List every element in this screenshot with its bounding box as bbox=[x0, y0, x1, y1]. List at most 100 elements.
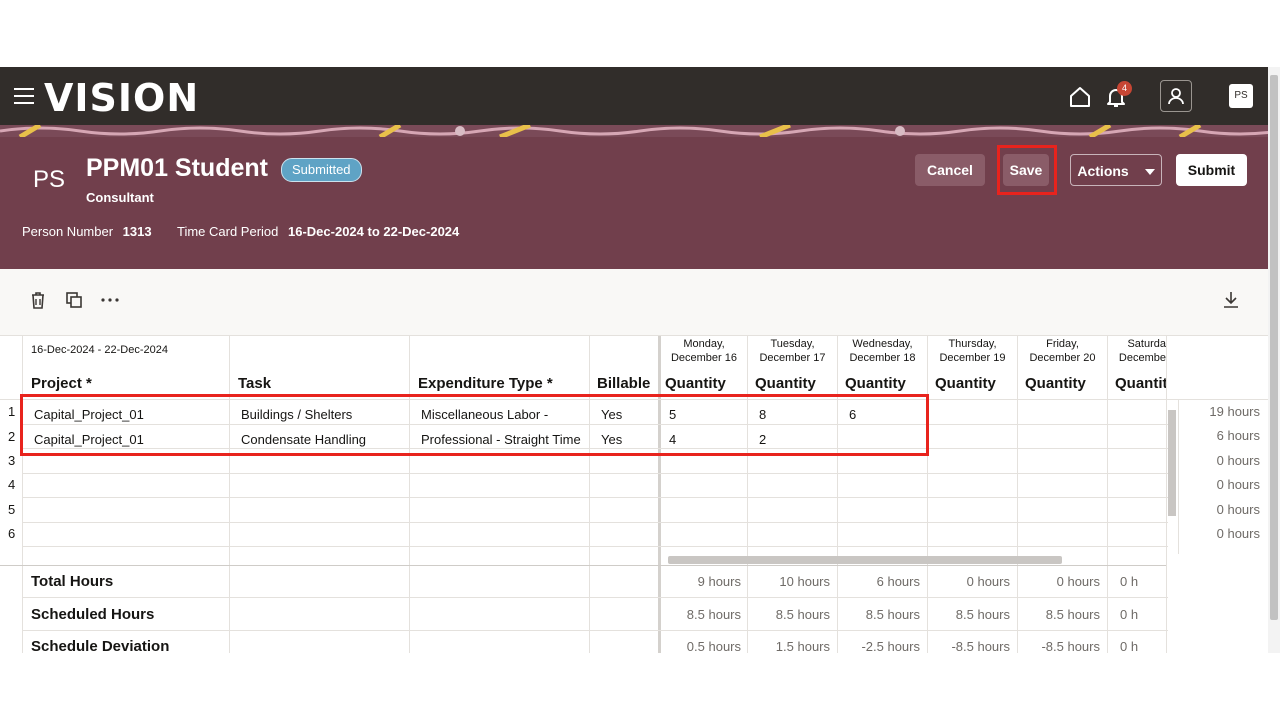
avatar[interactable]: PS bbox=[1229, 84, 1253, 108]
column-header-task[interactable]: Task bbox=[238, 375, 271, 392]
grid-line bbox=[22, 497, 1168, 498]
summary-value: 0 h bbox=[1120, 607, 1139, 622]
summary-value: 8.5 hours bbox=[775, 607, 830, 622]
row-total-hours: 0 hours bbox=[1216, 453, 1260, 468]
summary-value: -8.5 hours bbox=[951, 639, 1010, 654]
grid-line bbox=[589, 335, 590, 653]
column-header-project[interactable]: Project * bbox=[31, 375, 92, 392]
grid-line bbox=[1017, 335, 1018, 653]
frozen-column-divider bbox=[658, 335, 661, 653]
grid-line bbox=[22, 597, 1168, 598]
row-total-hours: 6 hours bbox=[1216, 428, 1260, 443]
row-number: 5 bbox=[8, 502, 16, 517]
column-header-quantity[interactable]: Quantity bbox=[845, 375, 906, 392]
day-header-friday: Friday, December 20 bbox=[1029, 338, 1096, 364]
column-header-quantity[interactable]: Quantity bbox=[935, 375, 996, 392]
row-number: 3 bbox=[8, 453, 16, 468]
grid-line bbox=[22, 522, 1168, 523]
grid-line bbox=[22, 630, 1168, 631]
day-header-saturday: Saturda Decembe bbox=[1118, 338, 1166, 364]
timecard-meta: Person Number 1313 Time Card Period 16-D… bbox=[22, 224, 459, 239]
menu-icon[interactable] bbox=[14, 88, 34, 104]
download-icon[interactable] bbox=[1221, 290, 1241, 310]
column-header-expenditure-type[interactable]: Expenditure Type * bbox=[418, 375, 553, 392]
row-number: 2 bbox=[8, 429, 16, 444]
column-header-quantity[interactable]: Quantity bbox=[665, 375, 726, 392]
row-total-hours: 19 hours bbox=[1209, 404, 1260, 419]
day-header-tuesday: Tuesday, December 17 bbox=[759, 338, 826, 364]
summary-value: 8.5 hours bbox=[1045, 607, 1100, 622]
grid-line bbox=[0, 335, 1268, 336]
row-number: 6 bbox=[8, 526, 16, 541]
date-range-label: 16-Dec-2024 - 22-Dec-2024 bbox=[31, 344, 168, 356]
actions-menu-button[interactable]: Actions bbox=[1070, 154, 1162, 186]
decorative-banner-pattern bbox=[0, 125, 1268, 137]
page-scrollbar-thumb[interactable] bbox=[1270, 75, 1278, 620]
grid-line bbox=[0, 565, 1166, 566]
chevron-down-icon bbox=[1144, 169, 1155, 176]
grid-line bbox=[22, 546, 1168, 547]
person-role: Consultant bbox=[86, 190, 154, 205]
column-header-quantity[interactable]: Quantit bbox=[1115, 375, 1166, 392]
row-total-hours: 0 hours bbox=[1216, 502, 1260, 517]
day-header-monday: Monday, December 16 bbox=[670, 338, 738, 364]
summary-label-scheduled-hours: Scheduled Hours bbox=[31, 606, 155, 623]
summary-value: 8.5 hours bbox=[955, 607, 1010, 622]
summary-label-total-hours: Total Hours bbox=[31, 573, 114, 590]
submit-button[interactable]: Submit bbox=[1176, 154, 1247, 186]
day-header-wednesday: Wednesday, December 18 bbox=[849, 338, 916, 364]
grid-line bbox=[927, 335, 928, 653]
grid-line bbox=[22, 473, 1168, 474]
period-label: Time Card Period bbox=[176, 224, 279, 239]
summary-value: 1.5 hours bbox=[775, 639, 830, 654]
column-header-quantity[interactable]: Quantity bbox=[1025, 375, 1086, 392]
row-number: 1 bbox=[8, 404, 16, 419]
app-logo[interactable]: VISION bbox=[44, 76, 199, 120]
summary-value: 0 h bbox=[1120, 639, 1139, 654]
row-total-hours: 0 hours bbox=[1216, 477, 1260, 492]
grid-line bbox=[22, 335, 23, 653]
summary-value: 8.5 hours bbox=[686, 607, 741, 622]
person-name: PPM01 Student bbox=[86, 154, 268, 182]
summary-value: 9 hours bbox=[697, 574, 741, 589]
delete-icon[interactable] bbox=[28, 290, 48, 310]
grid-line bbox=[1166, 335, 1167, 653]
duplicate-icon[interactable] bbox=[64, 290, 84, 310]
row-number: 4 bbox=[8, 477, 16, 492]
person-initials: PS bbox=[33, 166, 66, 193]
grid-line bbox=[229, 335, 230, 653]
user-profile-button[interactable] bbox=[1160, 80, 1192, 112]
summary-value: 0 hours bbox=[966, 574, 1010, 589]
grid-line bbox=[409, 335, 410, 653]
summary-value: 0.5 hours bbox=[686, 639, 741, 654]
save-highlight-box bbox=[997, 145, 1057, 195]
summary-value: 6 hours bbox=[876, 574, 920, 589]
notification-count-badge: 4 bbox=[1117, 81, 1132, 96]
actions-label: Actions bbox=[1077, 163, 1129, 179]
home-icon[interactable] bbox=[1068, 85, 1092, 109]
grid-line bbox=[1178, 399, 1179, 554]
summary-value: 10 hours bbox=[779, 574, 830, 589]
person-number-label: Person Number bbox=[22, 224, 114, 239]
summary-value: 0 h bbox=[1120, 574, 1139, 589]
more-actions-icon[interactable] bbox=[100, 290, 120, 310]
grid-toolbar bbox=[0, 269, 1268, 335]
summary-label-schedule-deviation: Schedule Deviation bbox=[31, 638, 170, 655]
period-value: 16-Dec-2024 to 22-Dec-2024 bbox=[288, 224, 460, 239]
column-header-quantity[interactable]: Quantity bbox=[755, 375, 816, 392]
summary-value: -8.5 hours bbox=[1041, 639, 1100, 654]
cancel-button[interactable]: Cancel bbox=[915, 154, 985, 186]
timecard-grid: 16-Dec-2024 - 22-Dec-2024 Project * Task… bbox=[0, 335, 1268, 655]
summary-value: 8.5 hours bbox=[865, 607, 920, 622]
column-header-billable[interactable]: Billable bbox=[597, 375, 650, 392]
grid-line bbox=[1107, 335, 1108, 653]
rows-highlight-box bbox=[20, 394, 929, 456]
person-number: 1313 bbox=[122, 224, 152, 239]
summary-value: 0 hours bbox=[1056, 574, 1100, 589]
summary-value: -2.5 hours bbox=[861, 639, 920, 654]
grid-vertical-scrollbar[interactable] bbox=[1168, 410, 1176, 516]
horizontal-scrollbar[interactable] bbox=[668, 556, 1062, 564]
grid-line bbox=[747, 335, 748, 653]
row-total-hours: 0 hours bbox=[1216, 526, 1260, 541]
status-badge: Submitted bbox=[281, 158, 362, 182]
